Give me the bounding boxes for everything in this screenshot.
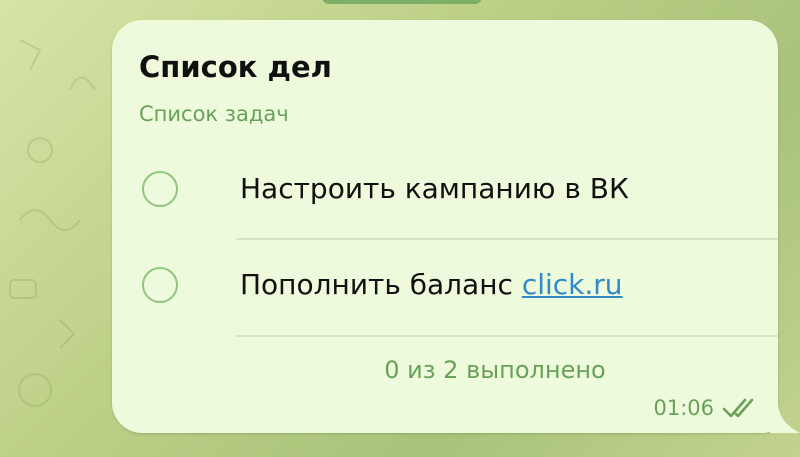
task-item[interactable]: Пополнить баланс click.ru (112, 240, 778, 336)
message-time: 01:06 (653, 396, 714, 420)
previous-message-edge (322, 0, 482, 4)
task-text: Пополнить баланс click.ru (240, 268, 623, 301)
task-divider (236, 335, 778, 337)
task-link[interactable]: click.ru (522, 268, 623, 301)
task-text-prefix: Пополнить баланс (240, 268, 522, 301)
message-meta: 01:06 (653, 396, 760, 420)
task-checkbox[interactable] (142, 171, 178, 207)
double-check-icon (722, 398, 754, 418)
task-checkbox[interactable] (142, 267, 178, 303)
checklist-message-bubble[interactable]: Список дел Список задач Настроить кампан… (112, 20, 778, 433)
checklist-title: Список дел (139, 50, 332, 84)
checklist-progress: 0 из 2 выполнено (384, 356, 606, 384)
task-text: Настроить кампанию в ВК (240, 172, 629, 205)
bubble-tail (770, 405, 800, 433)
checklist-subtitle: Список задач (139, 102, 289, 126)
task-item[interactable]: Настроить кампанию в ВК (112, 144, 778, 240)
